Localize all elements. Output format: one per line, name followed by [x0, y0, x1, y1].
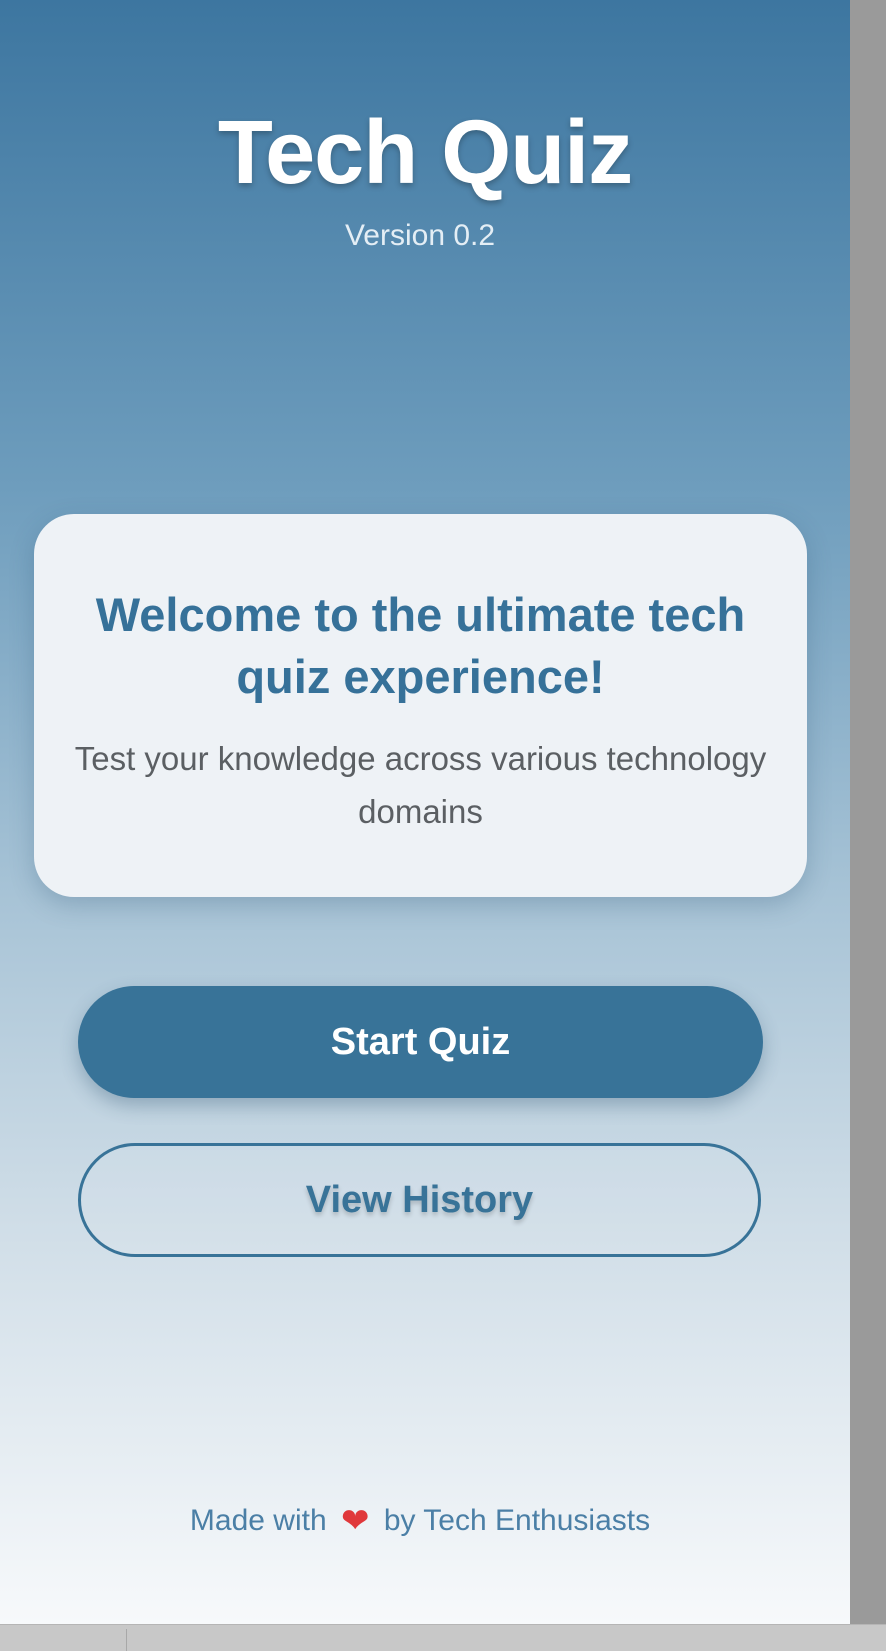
bottom-bar	[0, 1624, 886, 1651]
welcome-heading: Welcome to the ultimate tech quiz experi…	[95, 588, 746, 703]
app-screen: Tech Quiz Version 0.2 Welcome to the ult…	[0, 0, 850, 1624]
bottom-bar-divider	[126, 1629, 127, 1651]
welcome-card: Welcome to the ultimate tech quiz experi…	[34, 514, 807, 897]
view-history-button[interactable]: View History	[78, 1143, 761, 1257]
heart-icon: ❤	[340, 1502, 370, 1540]
welcome-subtitle: Test your knowledge across various techn…	[74, 740, 767, 830]
scrollbar-track[interactable]	[850, 0, 886, 1624]
footer: Made with ❤ by Tech Enthusiasts	[0, 1500, 840, 1542]
footer-prefix: Made with	[189, 1504, 327, 1537]
app-version: Version 0.2	[344, 219, 496, 252]
start-quiz-button[interactable]: Start Quiz	[78, 986, 763, 1098]
app-title: Tech Quiz	[217, 103, 633, 203]
footer-suffix: by Tech Enthusiasts	[383, 1504, 651, 1537]
